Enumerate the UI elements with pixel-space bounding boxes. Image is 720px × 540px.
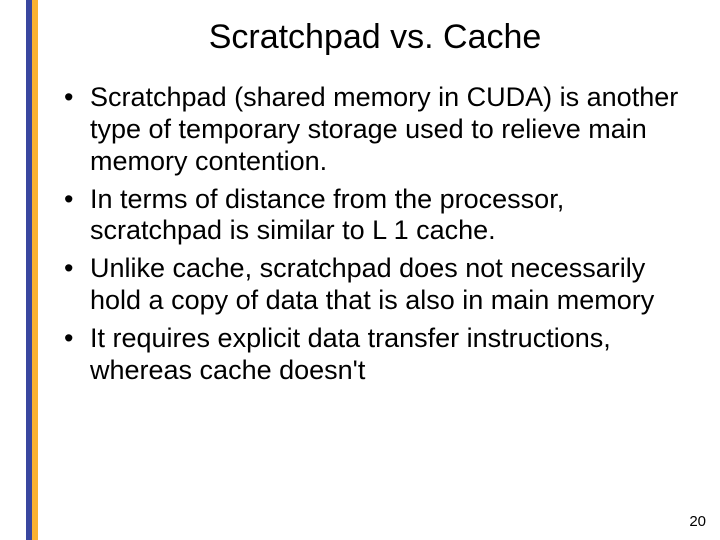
- slide: Scratchpad vs. Cache Scratchpad (shared …: [0, 0, 720, 540]
- slide-title: Scratchpad vs. Cache: [60, 18, 690, 57]
- bullet-item: Scratchpad (shared memory in CUDA) is an…: [60, 82, 684, 178]
- bullet-item: Unlike cache, scratchpad does not necess…: [60, 253, 684, 317]
- accent-stripe-orange: [32, 0, 38, 540]
- page-number: 20: [689, 513, 706, 530]
- bullet-item: In terms of distance from the processor,…: [60, 184, 684, 248]
- slide-body: Scratchpad (shared memory in CUDA) is an…: [60, 82, 684, 393]
- bullet-item: It requires explicit data transfer instr…: [60, 323, 684, 387]
- bullet-list: Scratchpad (shared memory in CUDA) is an…: [60, 82, 684, 387]
